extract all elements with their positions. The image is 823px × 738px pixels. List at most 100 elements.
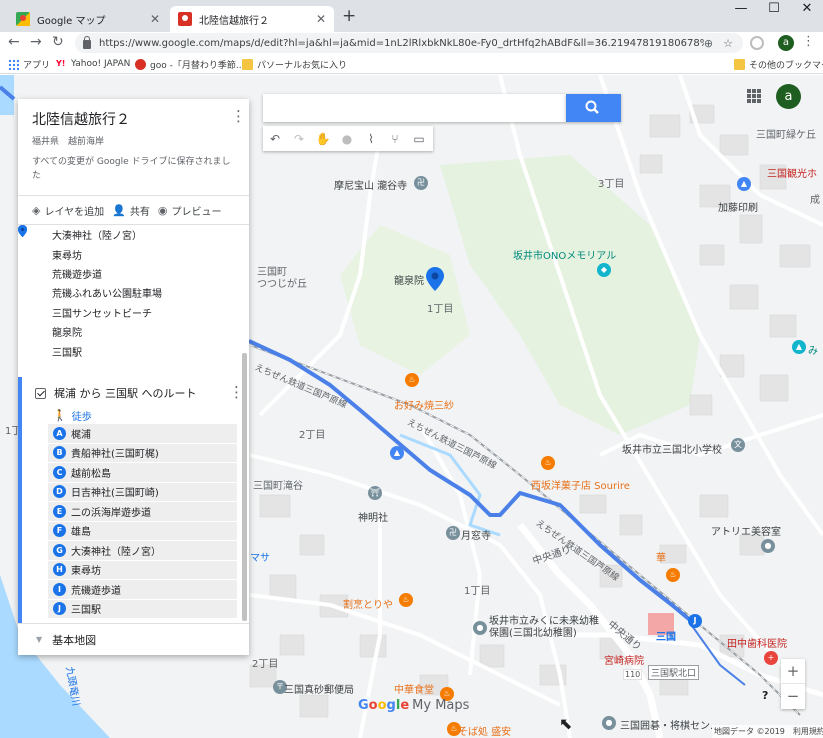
url-text[interactable]: https://www.google.com/maps/d/edit?hl=ja… (99, 38, 704, 49)
omnibox[interactable]: https://www.google.com/maps/d/edit?hl=ja… (75, 33, 743, 53)
minimize-button[interactable]: — (726, 1, 756, 16)
forward-icon[interactable]: → (30, 34, 42, 50)
back-icon[interactable]: ← (8, 34, 20, 50)
list-item[interactable]: 三国サンセットビーチ (18, 225, 249, 322)
list-item[interactable]: 三国駅 (18, 225, 249, 360)
route-stop-j-marker[interactable]: J (688, 614, 702, 628)
map-search-input[interactable] (263, 94, 566, 122)
list-item[interactable]: 龍泉院 (18, 225, 249, 341)
zoom-out-button[interactable]: − (781, 684, 805, 709)
zoom-in-button[interactable]: + (781, 659, 805, 684)
stop-letter-badge: H (53, 563, 66, 577)
share-button[interactable]: 👤 共有 (112, 203, 150, 218)
zoom-icon[interactable]: ⊕ (704, 37, 713, 50)
community-icon[interactable]: ● (602, 716, 616, 730)
map-label: 神明社 (358, 513, 388, 524)
stop-letter-badge: E (53, 504, 66, 518)
account-avatar[interactable]: a (776, 84, 801, 109)
stop-letter-badge: C (53, 465, 66, 479)
stop-letter-badge: F (53, 524, 66, 538)
route-stop[interactable]: F 雄島 (48, 521, 237, 541)
route-layer-header[interactable]: 梶浦 から 三国駅 へのルート (35, 385, 197, 401)
close-window-button[interactable]: ✕ (792, 1, 822, 16)
place-name: 龍泉院 (52, 328, 82, 340)
temple-icon[interactable]: 卍 (446, 526, 460, 540)
route-stop[interactable]: I 荒磯遊歩道 (48, 580, 237, 600)
route-stop[interactable]: J 三国駅 (48, 599, 237, 619)
bookmark-folder[interactable]: パソーナルお気に入り (242, 58, 347, 71)
redo-icon[interactable]: ↷ (287, 126, 311, 151)
route-stop[interactable]: D 日吉神社(三国町崎) (48, 482, 237, 502)
transit-icon[interactable]: ▲ (390, 446, 404, 460)
travel-mode[interactable]: 🚶 徒歩 (53, 408, 92, 423)
browser-tab[interactable]: Google マップ ✕ (8, 6, 168, 32)
restaurant-icon[interactable]: ♨ (399, 593, 413, 607)
park-icon[interactable]: ▲ (792, 340, 806, 354)
hand-icon[interactable]: ✋ (311, 126, 335, 151)
route-stop[interactable]: G 大湊神社（陸ノ宮） (48, 541, 237, 561)
route-stop[interactable]: H 東尋坊 (48, 560, 237, 580)
salon-icon[interactable]: ● (761, 539, 775, 553)
route-stop[interactable]: E 二の浜海岸遊歩道 (48, 502, 237, 522)
map-canvas[interactable]: J 卍 ▲ ◆ ▲ ♨ 文 ♨ ▲ ⛩ 卍 ● ♨ ♨ ● + 〒 ♨ ● ♨ … (0, 75, 823, 738)
my-maps-favicon-icon (178, 12, 192, 26)
memorial-icon[interactable]: ◆ (597, 263, 611, 277)
base-map-section[interactable]: ▼ 基本地図 (18, 623, 249, 655)
map-description[interactable]: 福井県 越前海岸 (32, 134, 104, 147)
route-stop[interactable]: C 越前松島 (48, 463, 237, 483)
list-item[interactable]: 東尋坊 (18, 225, 249, 263)
list-item[interactable]: 大湊神社（陸ノ宮） (18, 225, 249, 244)
layer-visibility-checkbox[interactable] (35, 387, 46, 399)
google-apps-icon[interactable] (747, 89, 761, 103)
add-layer-button[interactable]: ◈ レイヤを追加 (32, 203, 104, 218)
reload-icon[interactable]: ↻ (52, 34, 64, 50)
tab-close-icon[interactable]: ✕ (316, 12, 326, 26)
browser-tab-active[interactable]: 北陸信越旅行２ ✕ (170, 6, 334, 32)
map-attribution[interactable]: 地図データ ©2019 利用規約 (712, 725, 823, 738)
shrine-icon[interactable]: ⛩ (368, 486, 382, 500)
share-label: 共有 (129, 206, 150, 218)
map-title[interactable]: 北陸信越旅行２ (32, 109, 130, 129)
browser-menu-icon[interactable]: ⋮ (802, 34, 815, 49)
clinic-icon[interactable]: + (764, 651, 778, 665)
tab-close-icon[interactable]: ✕ (150, 12, 160, 26)
map-toolbar: ↶ ↷ ✋ ● ⌇ ⑂ ▭ (263, 126, 433, 151)
browser-account-avatar[interactable]: a (778, 35, 794, 51)
new-tab-button[interactable]: + (342, 6, 356, 26)
restaurant-icon[interactable]: ♨ (405, 373, 419, 387)
directions-icon[interactable]: ⑂ (383, 126, 407, 151)
marker-icon[interactable]: ● (335, 126, 359, 151)
food-icon[interactable]: ♨ (666, 568, 680, 582)
bookmark-label: アプリ (23, 61, 51, 71)
list-item[interactable]: 荒磯ふれあい公園駐車場 (18, 225, 249, 302)
route-title[interactable]: 梶浦 から 三国駅 へのルート (54, 385, 197, 401)
bookmark-apps[interactable]: アプリ (8, 58, 50, 71)
panel-scrollbar[interactable] (242, 353, 247, 621)
education-icon[interactable]: ▲ (737, 177, 751, 191)
list-item[interactable]: 荒磯遊歩道 (18, 225, 249, 283)
route-stop[interactable]: B 貴船神社(三国町梶) (48, 443, 237, 463)
bookmark-yahoo[interactable]: Y! Yahoo! JAPAN (56, 58, 130, 69)
map-options-icon[interactable]: ⋮ (231, 107, 246, 125)
map-pin-icon[interactable] (426, 267, 444, 291)
preview-button[interactable]: ◉ プレビュー (158, 203, 222, 218)
temple-icon[interactable]: 卍 (414, 176, 428, 190)
bookmark-goo[interactable]: goo -「月替わり季節... (135, 58, 244, 71)
ruler-icon[interactable]: ▭ (407, 126, 431, 151)
extension-icon[interactable] (750, 36, 764, 50)
panel-actions: ◈ レイヤを追加 👤 共有 ◉ プレビュー (18, 195, 249, 225)
place-name: 大湊神社（陸ノ宮） (52, 231, 142, 243)
expand-caret-icon[interactable]: ▼ (36, 635, 42, 644)
school-icon[interactable]: 文 (731, 438, 745, 452)
undo-icon[interactable]: ↶ (263, 126, 287, 151)
walking-icon: 🚶 (53, 409, 67, 422)
bookmark-star-icon[interactable]: ☆ (723, 37, 733, 50)
route-stop[interactable]: A 梶浦 (48, 424, 237, 444)
draw-line-icon[interactable]: ⌇ (359, 126, 383, 151)
help-button[interactable]: ? (762, 689, 768, 702)
search-button[interactable] (566, 94, 621, 122)
other-bookmarks[interactable]: その他のブックマーク (734, 58, 823, 71)
kindergarten-icon[interactable]: ● (473, 621, 487, 635)
maximize-button[interactable]: ☐ (759, 1, 789, 16)
cafe-icon[interactable]: ♨ (541, 456, 555, 470)
